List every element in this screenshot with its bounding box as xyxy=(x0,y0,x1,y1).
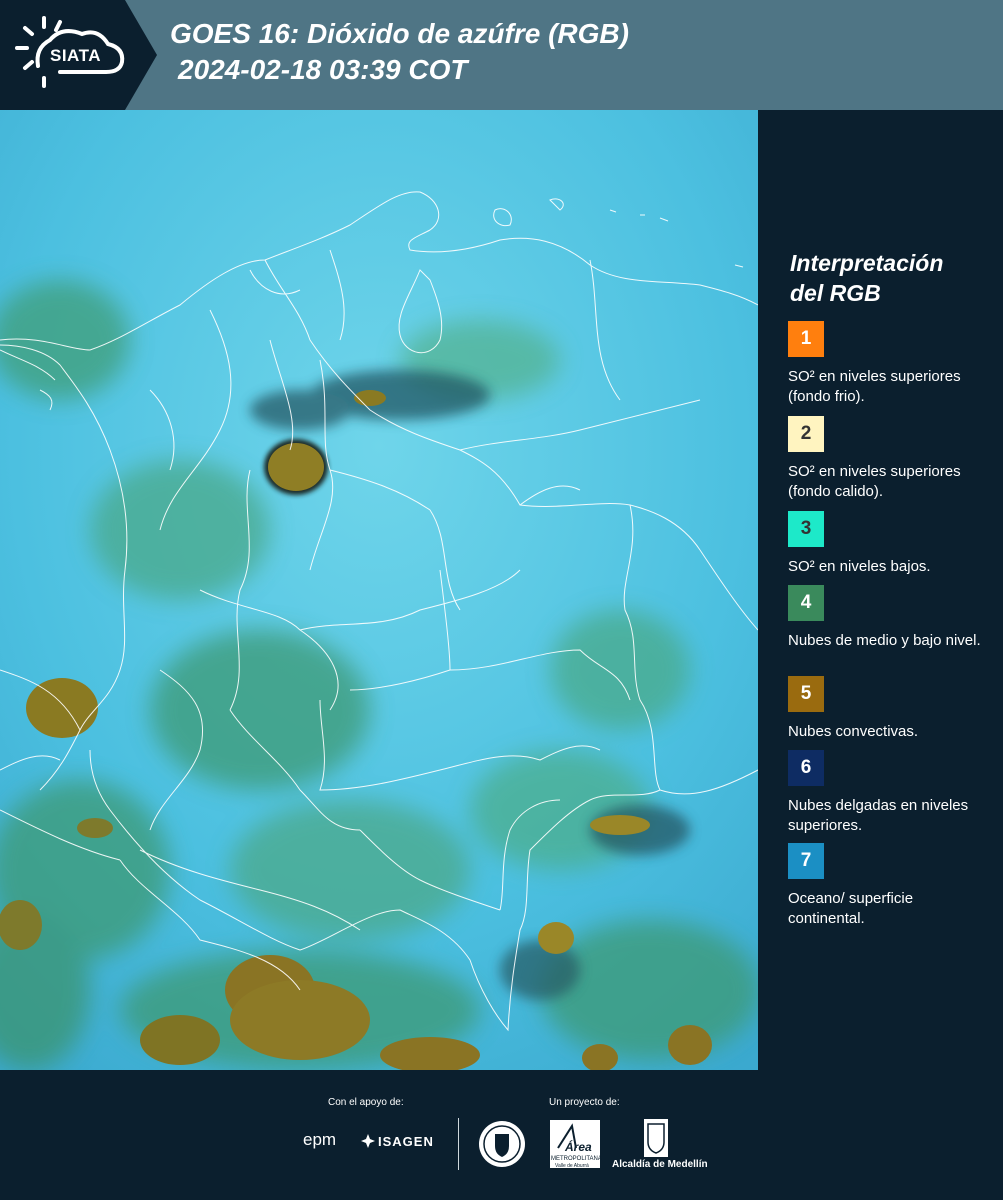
legend-item-2: 2 SO² en niveles superiores (fondo calid… xyxy=(788,416,988,502)
legend-item-1: 1 SO² en niveles superiores (fondo frio)… xyxy=(788,321,988,407)
legend-item-7: 7 Oceano/ superficie continental. xyxy=(788,843,988,929)
page-title: GOES 16: Dióxido de azúfre (RGB) 2024-02… xyxy=(170,16,629,88)
legend-label: SO² en niveles bajos. xyxy=(788,558,931,575)
legend-label: Nubes delgadas en niveles superiores. xyxy=(788,797,969,834)
legend-number: 5 xyxy=(800,683,812,704)
map-svg xyxy=(0,110,758,1070)
support-label: Con el apoyo de: xyxy=(328,1097,404,1108)
isagen-icon xyxy=(360,1133,376,1154)
area-name: Área xyxy=(565,1140,592,1154)
legend-swatch: 2 xyxy=(788,416,824,452)
siata-logo: SIATA xyxy=(0,0,157,110)
alcaldia-shield-icon xyxy=(643,1118,669,1163)
legend-label: Nubes convectivas. xyxy=(788,723,919,740)
area-sub2: Valle de Aburrá xyxy=(555,1163,589,1169)
medellin-seal-icon xyxy=(478,1120,526,1173)
legend-number: 2 xyxy=(800,423,812,444)
alcaldia-label: Alcaldía de Medellín xyxy=(612,1159,708,1170)
isagen-logo: ISAGEN xyxy=(378,1134,434,1149)
title-line-1: GOES 16: Dióxido de azúfre (RGB) xyxy=(170,18,629,49)
legend-label: Nubes de medio y bajo nivel. xyxy=(788,632,981,649)
legend-swatch: 5 xyxy=(788,676,824,712)
title-line-2: 2024-02-18 03:39 COT xyxy=(178,54,468,85)
legend-label: Oceano/ superficie continental. xyxy=(788,890,914,927)
legend-label: SO² en niveles superiores (fondo frio). xyxy=(788,368,961,405)
area-sub1: METROPOLITANA xyxy=(551,1156,602,1162)
legend-swatch: 7 xyxy=(788,843,824,879)
logo-text: SIATA xyxy=(50,46,101,65)
legend-swatch: 3 xyxy=(788,511,824,547)
legend-item-5: 5 Nubes convectivas. xyxy=(788,676,988,742)
project-label: Un proyecto de: xyxy=(549,1097,620,1108)
legend-title: Interpretación del RGB xyxy=(790,248,943,308)
legend-swatch: 6 xyxy=(788,750,824,786)
legend-number: 1 xyxy=(800,328,812,349)
legend-panel: Interpretación del RGB 1 SO² en niveles … xyxy=(758,110,1003,1070)
legend-swatch: 4 xyxy=(788,585,824,621)
satellite-map xyxy=(0,110,758,1070)
legend-label: SO² en niveles superiores (fondo calido)… xyxy=(788,463,961,500)
legend-item-3: 3 SO² en niveles bajos. xyxy=(788,511,988,577)
footer: Con el apoyo de: Un proyecto de: epm ISA… xyxy=(0,1070,1003,1200)
legend-number: 3 xyxy=(800,518,812,539)
legend-title-line-2: del RGB xyxy=(790,280,881,306)
legend-number: 7 xyxy=(800,850,812,871)
header-bar: SIATA GOES 16: Dióxido de azúfre (RGB) 2… xyxy=(0,0,1003,110)
footer-divider xyxy=(458,1118,459,1170)
legend-number: 4 xyxy=(800,592,812,613)
legend-item-6: 6 Nubes delgadas en niveles superiores. xyxy=(788,750,988,836)
legend-number: 6 xyxy=(800,757,812,778)
epm-logo: epm xyxy=(303,1130,337,1149)
legend-item-4: 4 Nubes de medio y bajo nivel. xyxy=(788,585,988,651)
legend-swatch: 1 xyxy=(788,321,824,357)
legend-title-line-1: Interpretación xyxy=(790,250,944,276)
